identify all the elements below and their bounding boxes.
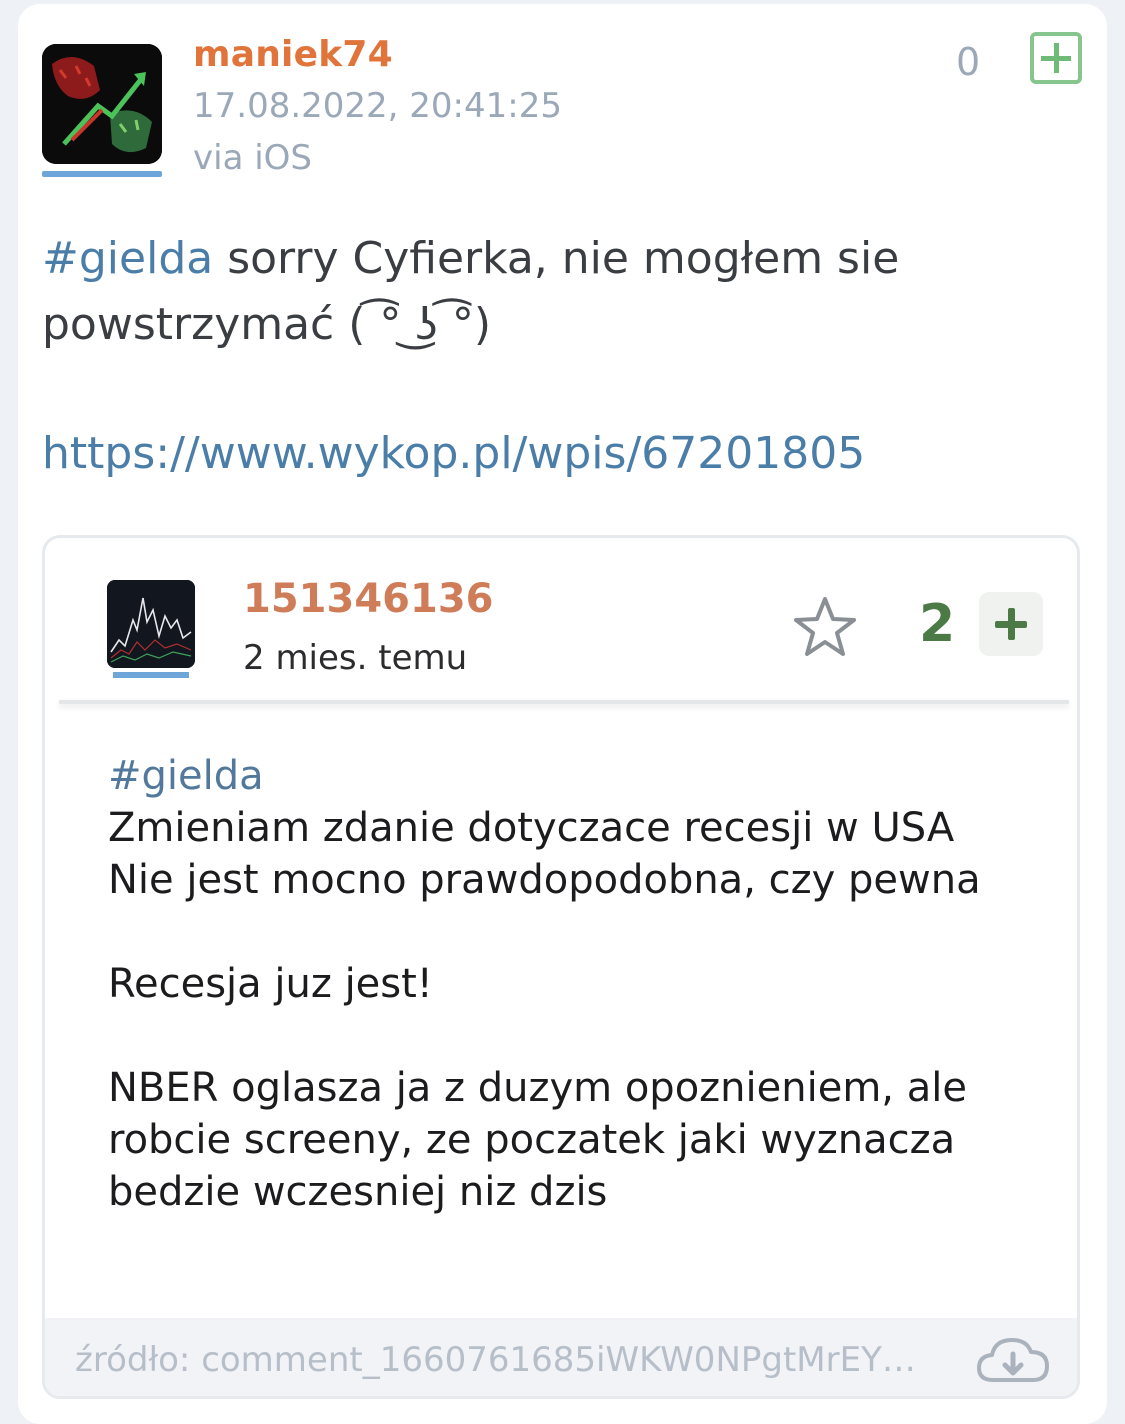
embed-line: [108, 1010, 1048, 1062]
embed-avatar-chart-image: [107, 580, 195, 668]
avatar[interactable]: [42, 44, 162, 164]
avatar-bull-bear-image: [42, 44, 162, 164]
post-via: via iOS: [193, 138, 312, 178]
embed-line: bedzie wczesniej niz dzis: [108, 1169, 608, 1215]
post-url-link[interactable]: https://www.wykop.pl/wpis/67201805: [42, 428, 865, 479]
embed-footer: źródło: comment_1660761685iWKW0NPgtMrEY5…: [45, 1318, 1077, 1396]
embed-line: robcie screeny, ze poczatek jaki wyznacz…: [108, 1117, 956, 1163]
embed-time: 2 mies. temu: [243, 638, 468, 678]
embed-line: Zmieniam zdanie dotyczace recesji w USA: [108, 805, 955, 851]
embed-avatar[interactable]: [107, 580, 195, 668]
embed-author[interactable]: 151346136: [243, 576, 494, 622]
post-card: maniek74 17.08.2022, 20:41:25 via iOS 0 …: [18, 4, 1107, 1424]
avatar-wrap[interactable]: [42, 44, 162, 178]
post-timestamp[interactable]: 17.08.2022, 20:41:25: [193, 86, 562, 126]
embed-avatar-status-bar: [113, 672, 189, 678]
embed-line: Nie jest mocno prawdopodobna, czy pewna: [108, 857, 981, 903]
post-tag-link[interactable]: #gielda: [42, 233, 213, 284]
embed-line: Recesja juz jest!: [108, 961, 433, 1007]
embed-body: #gielda Zmieniam zdanie dotyczace recesj…: [108, 750, 1048, 1218]
post-author[interactable]: maniek74: [193, 34, 393, 75]
cloud-download-icon[interactable]: [975, 1332, 1051, 1388]
avatar-status-bar: [42, 171, 162, 177]
embed-line: NBER oglasza ja z duzym opoznieniem, ale: [108, 1065, 967, 1111]
post-vote-count: 0: [956, 40, 981, 84]
embed-tag-link[interactable]: #gielda: [108, 750, 1048, 802]
embed-upvote-button[interactable]: [979, 592, 1043, 656]
embedded-post[interactable]: 151346136 2 mies. temu 2 #gielda Zmienia…: [42, 535, 1080, 1399]
plus-icon-vertical: [1053, 43, 1059, 73]
embed-plus-icon-vertical: [1007, 608, 1015, 640]
embed-source-link[interactable]: źródło: comment_1660761685iWKW0NPgtMrEY5…: [75, 1340, 935, 1380]
embed-line: [108, 906, 1048, 958]
post-body: #gielda sorry Cyfierka, nie mogłem sie p…: [42, 226, 1042, 358]
upvote-button[interactable]: [1030, 32, 1082, 84]
embed-vote-count: 2: [919, 594, 956, 654]
star-icon[interactable]: [791, 594, 859, 662]
embed-divider: [59, 700, 1069, 704]
